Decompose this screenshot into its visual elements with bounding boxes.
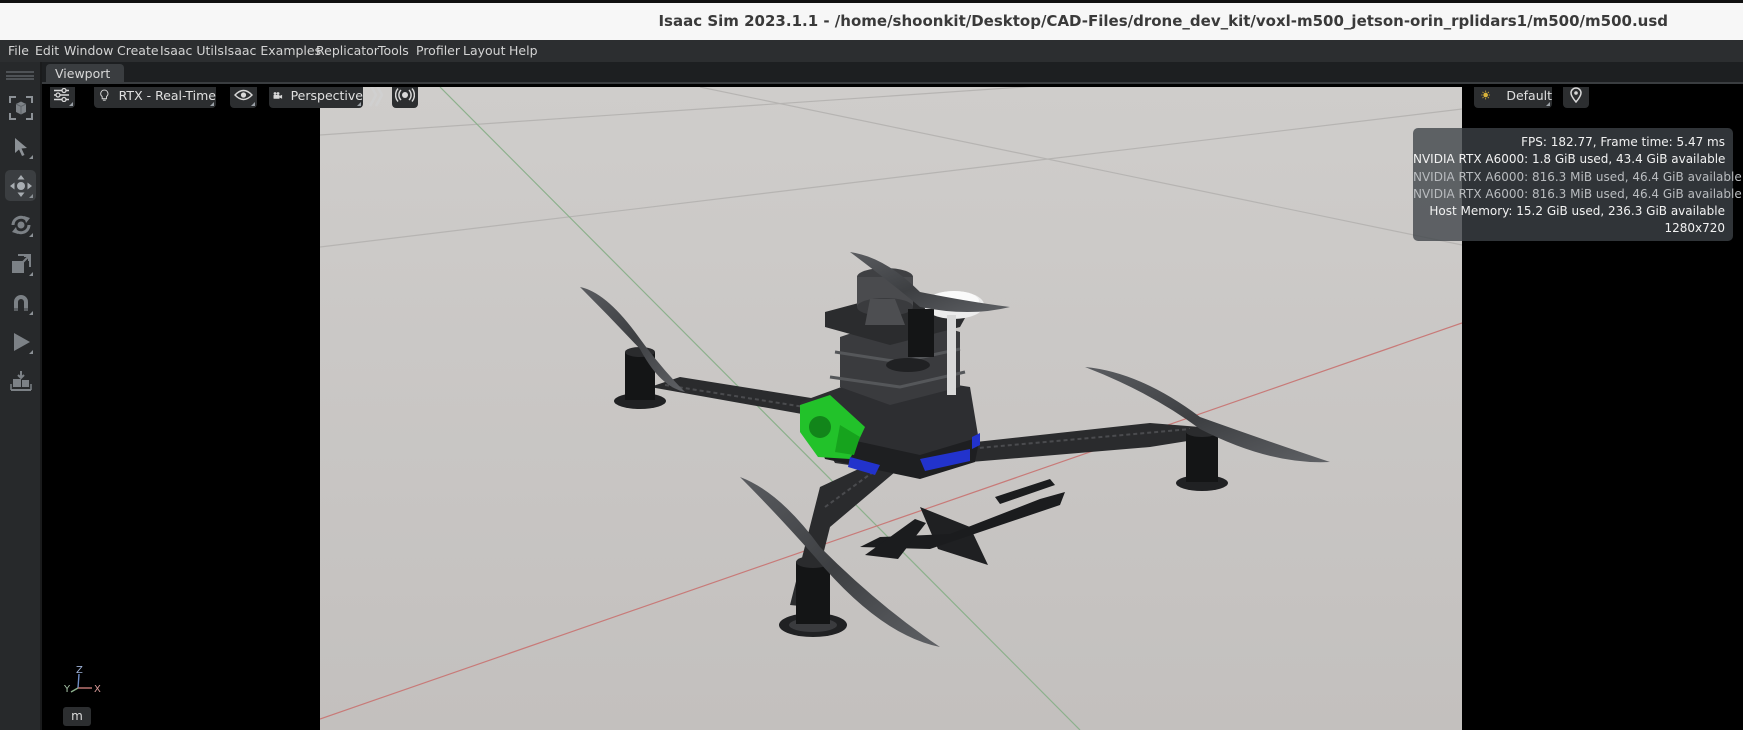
tab-strip: Viewport xyxy=(42,62,1743,84)
render-mode-label: RTX - Real-Time xyxy=(118,87,216,103)
gpu-memory-readout: NVIDIA RTX A6000: 816.3 MiB used, 46.4 G… xyxy=(1413,186,1742,201)
menu-profiler[interactable]: Profiler xyxy=(416,43,460,58)
load-icon[interactable] xyxy=(5,365,36,396)
gpu-memory-readout: NVIDIA RTX A6000: 816.3 MiB used, 46.4 G… xyxy=(1413,169,1742,184)
viewport-panel[interactable]: RTX - Real-Time Perspective Default FPS:… xyxy=(50,87,1743,730)
broadcast-button[interactable] xyxy=(392,87,418,108)
fps-readout: FPS: 182.77, Frame time: 5.47 ms xyxy=(1521,135,1725,149)
menu-bar: File Edit Window Create Isaac Utils Isaa… xyxy=(0,40,1743,62)
double-chevron-icon xyxy=(368,87,384,107)
visibility-button[interactable] xyxy=(230,87,257,108)
play-icon[interactable] xyxy=(5,326,36,357)
menu-replicator[interactable]: Replicator xyxy=(316,43,379,58)
unit-selector[interactable]: m xyxy=(63,707,91,726)
expand-toolbar-button[interactable] xyxy=(368,87,384,108)
location-button[interactable] xyxy=(1563,87,1589,108)
resolution-readout: 1280x720 xyxy=(1664,221,1725,236)
rotate-icon[interactable] xyxy=(5,209,36,240)
broadcast-icon xyxy=(395,88,415,102)
tool-options-indicator xyxy=(29,272,33,276)
camera-button[interactable]: Perspective xyxy=(269,87,363,108)
tool-options-indicator xyxy=(29,194,33,198)
axis-x-label: X xyxy=(94,684,101,695)
sun-icon xyxy=(1481,90,1491,100)
tool-options-indicator xyxy=(29,311,33,315)
move-icon[interactable] xyxy=(5,170,36,201)
lightbulb-icon xyxy=(100,89,109,101)
menu-isaac-examples[interactable]: Isaac Examples xyxy=(224,43,321,58)
location-pin-icon xyxy=(1570,87,1582,103)
host-memory-readout: Host Memory: 15.2 GiB used, 236.3 GiB av… xyxy=(1429,204,1725,219)
eye-icon xyxy=(234,89,253,101)
tab-underline xyxy=(42,82,1743,84)
menu-indicator xyxy=(251,102,255,106)
snap-magnet-icon[interactable] xyxy=(5,287,36,318)
menu-indicator xyxy=(210,102,214,106)
tool-options-indicator xyxy=(29,350,33,354)
camera-label: Perspective xyxy=(290,87,363,103)
select-mode-icon[interactable] xyxy=(5,92,36,123)
settings-icon xyxy=(54,88,69,102)
settings-button[interactable] xyxy=(50,87,75,108)
menu-indicator xyxy=(69,102,73,106)
tab-viewport[interactable]: Viewport xyxy=(46,64,125,84)
select-arrow-icon[interactable] xyxy=(5,131,36,162)
lighting-button[interactable]: Default xyxy=(1474,87,1552,108)
tool-options-indicator xyxy=(29,155,33,159)
tool-options-indicator xyxy=(29,233,33,237)
render-mode-button[interactable]: RTX - Real-Time xyxy=(94,87,216,108)
menu-tools[interactable]: Tools xyxy=(378,43,409,58)
title-bar: Isaac Sim 2023.1.1 - /home/shoonkit/Desk… xyxy=(0,0,1743,40)
menu-edit[interactable]: Edit xyxy=(35,43,59,58)
menu-layout[interactable]: Layout xyxy=(463,43,506,58)
toolbar-grip-icon[interactable] xyxy=(6,71,34,80)
lighting-label: Default xyxy=(1506,87,1552,103)
axis-gizmo: Z X Y xyxy=(63,665,101,695)
gpu-memory-readout: NVIDIA RTX A6000: 1.8 GiB used, 43.4 GiB… xyxy=(1413,152,1726,167)
menu-window[interactable]: Window xyxy=(64,43,113,58)
menu-file[interactable]: File xyxy=(8,43,29,58)
menu-indicator xyxy=(1546,102,1550,106)
stats-overlay: FPS: 182.77, Frame time: 5.47 ms NVIDIA … xyxy=(1413,128,1742,241)
menu-help[interactable]: Help xyxy=(509,43,538,58)
left-toolbar xyxy=(0,62,42,730)
axis-y-label: Y xyxy=(63,684,71,695)
menu-isaac-utils[interactable]: Isaac Utils xyxy=(160,43,224,58)
window-title: Isaac Sim 2023.1.1 - /home/shoonkit/Desk… xyxy=(658,12,1668,30)
camera-icon xyxy=(273,91,283,99)
menu-indicator xyxy=(357,102,361,106)
scale-icon[interactable] xyxy=(5,248,36,279)
axis-z-label: Z xyxy=(76,665,83,676)
menu-create[interactable]: Create xyxy=(117,43,159,58)
scene-render[interactable] xyxy=(320,87,1462,730)
